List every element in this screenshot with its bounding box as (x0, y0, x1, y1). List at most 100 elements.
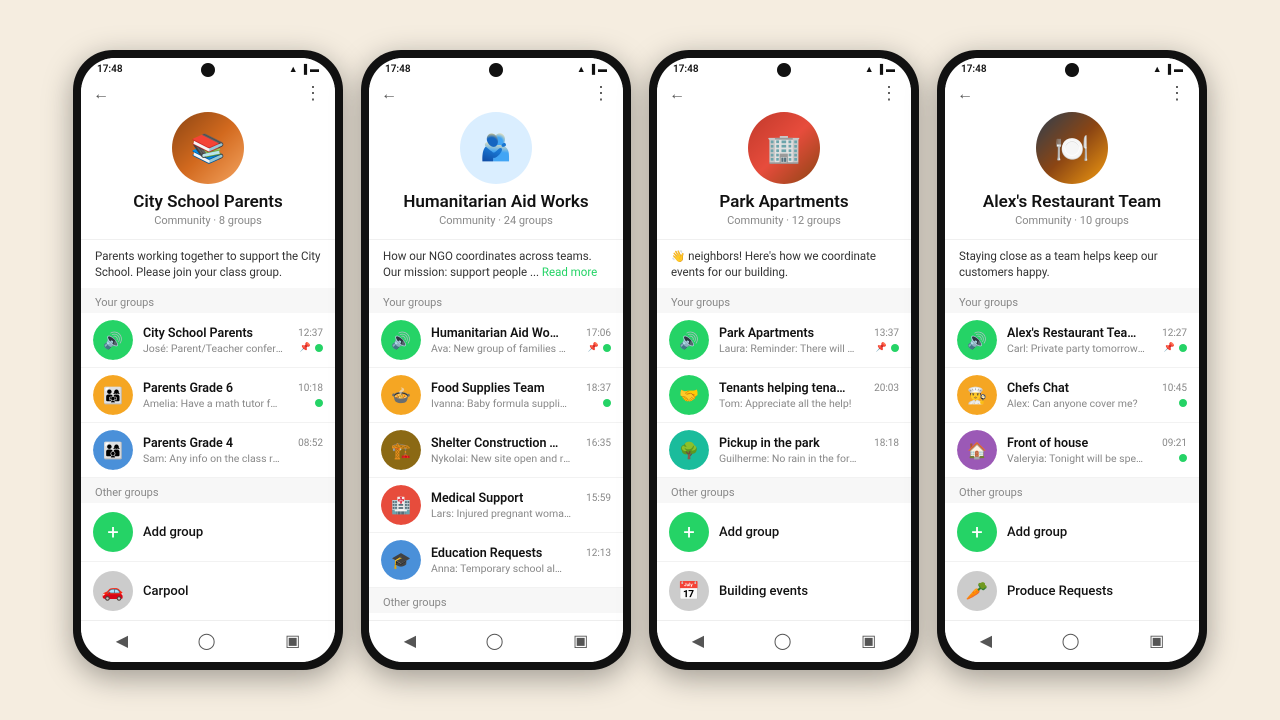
group-item[interactable]: 🍲 Food Supplies Team 18:37 Ivanna: Baby … (369, 368, 623, 423)
other-group-item[interactable]: 🥕 Produce Requests (945, 562, 1199, 620)
group-time: 15:59 (586, 493, 611, 504)
add-group-item[interactable]: + Add group (369, 613, 623, 620)
group-time: 09:21 (1162, 438, 1187, 449)
back-nav-icon[interactable]: ◀ (980, 631, 992, 650)
status-icons: ▲ ▐ ▬ (1153, 64, 1183, 75)
group-name: Front of house (1007, 436, 1088, 451)
group-avatar: 🌳 (669, 430, 709, 470)
community-desc: Staying close as a team helps keep our c… (945, 239, 1199, 288)
group-item[interactable]: 🏠 Front of house 09:21 Valeryia: Tonight… (945, 423, 1199, 478)
group-info: Front of house 09:21 Valeryia: Tonight w… (1007, 436, 1187, 465)
home-nav-icon[interactable]: ◯ (486, 631, 504, 650)
group-avatar: 🤝 (669, 375, 709, 415)
group-item[interactable]: 🔊 Alex's Restaurant Team 12:27 Carl: Pri… (945, 313, 1199, 368)
pin-icon: 📌 (876, 343, 887, 353)
more-button[interactable]: ⋮ (304, 83, 323, 104)
add-group-icon: + (93, 512, 133, 552)
group-time: 12:27 (1162, 328, 1187, 339)
group-msg: José: Parent/Teacher conferen... (143, 342, 283, 355)
read-more-link[interactable]: Read more (542, 265, 597, 279)
add-group-item[interactable]: + Add group (81, 503, 335, 562)
group-info: Humanitarian Aid Works 17:06 Ava: New gr… (431, 326, 611, 355)
back-button[interactable]: ← (381, 84, 397, 104)
status-bar: 17:48 ▲ ▐ ▬ (369, 58, 623, 79)
group-time: 12:37 (298, 328, 323, 339)
phones-container: 17:48 ▲ ▐ ▬ ← ⋮ 📚 City School Parents Co… (53, 30, 1227, 690)
community-name: Alex's Restaurant Team (983, 192, 1161, 212)
add-group-item[interactable]: + Add group (657, 503, 911, 562)
group-avatar: 🍲 (381, 375, 421, 415)
home-nav-icon[interactable]: ◯ (774, 631, 792, 650)
other-group-item[interactable]: 🚗 Carpool (81, 562, 335, 620)
more-button[interactable]: ⋮ (1168, 83, 1187, 104)
other-group-avatar: 🚗 (93, 571, 133, 611)
back-nav-icon[interactable]: ◀ (116, 631, 128, 650)
community-subtitle: Community · 8 groups (154, 214, 262, 227)
group-item[interactable]: 🏗️ Shelter Construction Team 16:35 Nykol… (369, 423, 623, 478)
group-name: Parents Grade 6 (143, 381, 233, 396)
home-nav-icon[interactable]: ◯ (1062, 631, 1080, 650)
add-group-item[interactable]: + Add group (945, 503, 1199, 562)
community-header: 📚 City School Parents Community · 8 grou… (81, 112, 335, 239)
add-group-icon: + (669, 512, 709, 552)
add-group-icon: + (957, 512, 997, 552)
recent-nav-icon[interactable]: ▣ (573, 631, 588, 650)
badge-row: 📌 (876, 343, 899, 353)
group-item[interactable]: 🔊 Park Apartments 13:37 Laura: Reminder:… (657, 313, 911, 368)
community-name: Park Apartments (719, 192, 848, 212)
group-time: 10:45 (1162, 383, 1187, 394)
other-groups-label: Other groups (81, 478, 335, 503)
group-time: 13:37 (874, 328, 899, 339)
more-button[interactable]: ⋮ (592, 83, 611, 104)
group-info: Chefs Chat 10:45 Alex: Can anyone cover … (1007, 381, 1187, 410)
community-desc: 👋 neighbors! Here's how we coordinate ev… (657, 239, 911, 288)
back-button[interactable]: ← (669, 84, 685, 104)
signal-icon: ▐ (1165, 64, 1171, 75)
badge-row: 📌 (300, 343, 323, 353)
group-item[interactable]: 👨‍🍳 Chefs Chat 10:45 Alex: Can anyone co… (945, 368, 1199, 423)
back-nav-icon[interactable]: ◀ (692, 631, 704, 650)
group-msg: Carl: Private party tomorrow in... (1007, 342, 1147, 355)
community-avatar: 🫂 (460, 112, 532, 184)
bottom-nav: ◀ ◯ ▣ (369, 620, 623, 662)
group-msg: Alex: Can anyone cover me? (1007, 397, 1138, 410)
status-icons: ▲ ▐ ▬ (577, 64, 607, 75)
group-item[interactable]: 👨‍👩‍👦 Parents Grade 4 08:52 Sam: Any inf… (81, 423, 335, 478)
group-item[interactable]: 🔊 City School Parents 12:37 José: Parent… (81, 313, 335, 368)
other-groups-label: Other groups (369, 588, 623, 613)
svg-text:🫂: 🫂 (480, 132, 512, 163)
wifi-icon: ▲ (289, 64, 298, 75)
top-nav: ← ⋮ (945, 79, 1199, 112)
group-msg: Guilherme: No rain in the forecast! (719, 452, 859, 465)
group-avatar: 👨‍👩‍👧 (93, 375, 133, 415)
group-item[interactable]: 👨‍👩‍👧 Parents Grade 6 10:18 Amelia: Have… (81, 368, 335, 423)
your-groups-list: 🔊 Park Apartments 13:37 Laura: Reminder:… (657, 313, 911, 620)
group-item[interactable]: 🏥 Medical Support 15:59 Lars: Injured pr… (369, 478, 623, 533)
recent-nav-icon[interactable]: ▣ (1149, 631, 1164, 650)
back-button[interactable]: ← (957, 84, 973, 104)
more-button[interactable]: ⋮ (880, 83, 899, 104)
group-item[interactable]: 🎓 Education Requests 12:13 Anna: Tempora… (369, 533, 623, 588)
unread-dot (603, 399, 611, 407)
back-button[interactable]: ← (93, 84, 109, 104)
community-avatar: 🍽️ (1036, 112, 1108, 184)
group-item[interactable]: 🔊 Humanitarian Aid Works 17:06 Ava: New … (369, 313, 623, 368)
back-nav-icon[interactable]: ◀ (404, 631, 416, 650)
battery-icon: ▬ (310, 64, 319, 75)
home-nav-icon[interactable]: ◯ (198, 631, 216, 650)
top-nav: ← ⋮ (369, 79, 623, 112)
other-group-item[interactable]: 📅 Building events (657, 562, 911, 620)
group-item[interactable]: 🤝 Tenants helping tenants 20:03 Tom: App… (657, 368, 911, 423)
phone-screen: 17:48 ▲ ▐ ▬ ← ⋮ 🍽️ Alex's Restaurant Tea… (945, 58, 1199, 662)
top-nav: ← ⋮ (657, 79, 911, 112)
recent-nav-icon[interactable]: ▣ (285, 631, 300, 650)
group-info: Education Requests 12:13 Anna: Temporary… (431, 546, 611, 575)
group-info: Tenants helping tenants 20:03 Tom: Appre… (719, 381, 899, 410)
group-item[interactable]: 🌳 Pickup in the park 18:18 Guilherme: No… (657, 423, 911, 478)
group-avatar: 🎓 (381, 540, 421, 580)
add-group-label: Add group (143, 525, 203, 540)
status-time: 17:48 (97, 64, 123, 75)
recent-nav-icon[interactable]: ▣ (861, 631, 876, 650)
badge-row: 📌 (1164, 343, 1187, 353)
group-info: Parents Grade 6 10:18 Amelia: Have a mat… (143, 381, 323, 410)
